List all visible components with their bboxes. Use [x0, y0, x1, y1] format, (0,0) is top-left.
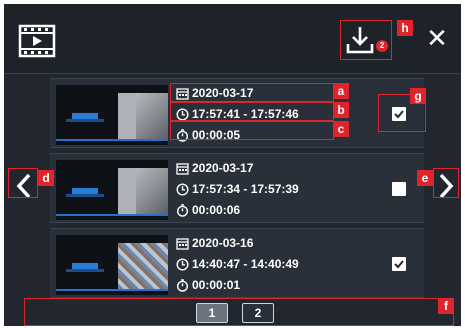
recording-date: 2020-03-17 [176, 159, 253, 177]
playback-panel: 2 ✕ 2020-03-17 17:57:41 - 17:57:46 00:00… [4, 4, 461, 326]
recording-thumbnail[interactable] [56, 160, 168, 220]
recording-select-checkbox[interactable] [392, 257, 406, 271]
callout-tag-d: d [38, 170, 54, 186]
callout-tag-a: a [333, 83, 349, 99]
film-icon [18, 24, 56, 58]
recording-time-range: 14:40:47 - 14:40:49 [176, 255, 299, 273]
close-icon[interactable]: ✕ [424, 26, 450, 52]
checkmark-icon [394, 260, 404, 269]
recording-row[interactable]: 2020-03-16 14:40:47 - 14:40:49 00:00:01 [50, 228, 424, 298]
callout-box-c [170, 121, 334, 140]
callout-tag-b: b [333, 102, 349, 118]
calendar-icon [176, 237, 189, 250]
calendar-icon [176, 162, 189, 175]
recording-info: 2020-03-17 17:57:34 - 17:57:39 00:00:06 [176, 158, 366, 220]
recording-thumbnail[interactable] [56, 235, 168, 295]
callout-box-f [24, 298, 454, 326]
timer-icon [176, 203, 189, 217]
recording-duration: 00:00:01 [176, 276, 240, 294]
callout-tag-c: c [333, 121, 349, 137]
recording-date: 2020-03-16 [176, 234, 253, 252]
callout-box-a [170, 83, 334, 102]
callout-box-d [8, 168, 38, 198]
callout-tag-f: f [438, 298, 454, 314]
recording-duration: 00:00:06 [176, 201, 240, 219]
callout-box-b [170, 102, 334, 121]
recording-info: 2020-03-16 14:40:47 - 14:40:49 00:00:01 [176, 233, 366, 295]
callout-box-e [433, 168, 459, 198]
timer-icon [176, 278, 189, 292]
clock-icon [176, 182, 189, 196]
recording-select-checkbox[interactable] [392, 182, 406, 196]
callout-tag-h: h [397, 20, 413, 36]
top-bar: 2 ✕ [4, 4, 461, 74]
clock-icon [176, 257, 189, 271]
callout-tag-g: g [410, 88, 426, 104]
recording-row[interactable]: 2020-03-17 17:57:34 - 17:57:39 00:00:06 [50, 153, 424, 223]
recording-time-range: 17:57:34 - 17:57:39 [176, 180, 299, 198]
recording-thumbnail[interactable] [56, 85, 168, 145]
callout-box-h [340, 20, 392, 60]
callout-tag-e: e [417, 170, 433, 186]
